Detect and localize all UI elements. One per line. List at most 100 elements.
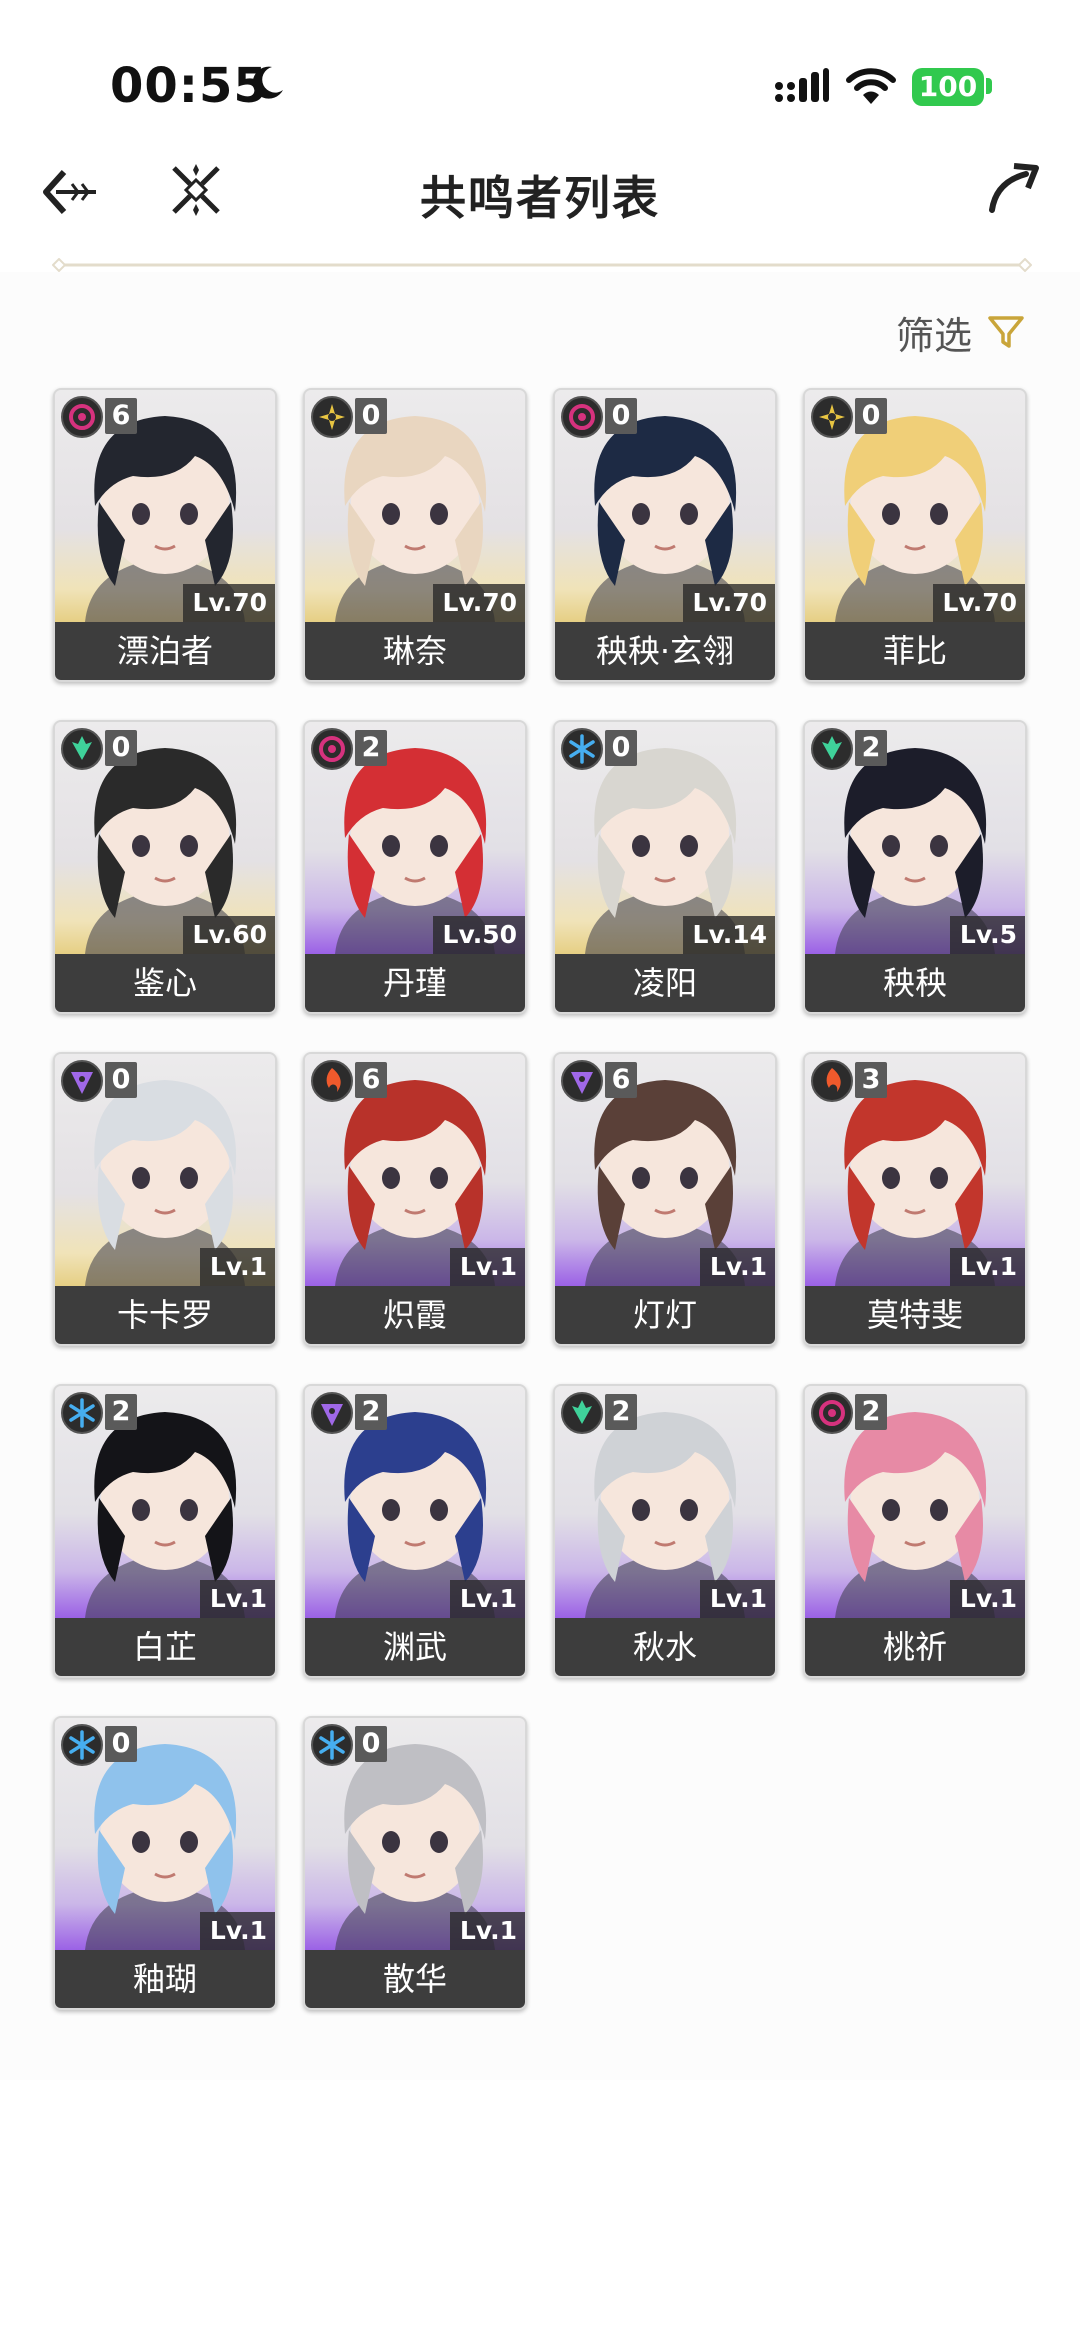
resonator-name: 鉴心 <box>55 954 275 1012</box>
sequence-badge: 6 <box>355 1062 387 1098</box>
level-badge: Lv.14 <box>682 916 775 954</box>
spectro-element-icon <box>811 396 853 438</box>
sequence-badge: 0 <box>105 1062 137 1098</box>
status-time: 00:55 <box>110 58 268 114</box>
resonator-name: 炽霞 <box>305 1286 525 1344</box>
resonator-card[interactable]: 0 Lv.1 卡卡罗 <box>53 1052 277 1346</box>
sequence-badge: 0 <box>605 398 637 434</box>
glacio-element-icon <box>61 1392 103 1434</box>
level-badge: Lv.1 <box>199 1580 275 1618</box>
resonator-name: 卡卡罗 <box>55 1286 275 1344</box>
resonator-name: 菲比 <box>805 622 1025 680</box>
resonator-name: 桃祈 <box>805 1618 1025 1676</box>
electro-element-icon <box>561 1060 603 1102</box>
sequence-badge: 2 <box>355 1394 387 1430</box>
status-bar: 00:55 100 <box>0 0 1080 140</box>
resonator-card[interactable]: 6 Lv.70 漂泊者 <box>53 388 277 682</box>
resonator-grid: 6 Lv.70 漂泊者 0 Lv.70 琳奈 0 Lv.70 秧秧·玄翎 0 L… <box>53 388 1033 2010</box>
resonator-card[interactable]: 2 Lv.1 白芷 <box>53 1384 277 1678</box>
resonator-name: 凌阳 <box>555 954 775 1012</box>
filter-funnel-icon <box>988 316 1024 348</box>
resonator-name: 白芷 <box>55 1618 275 1676</box>
sequence-badge: 0 <box>855 398 887 434</box>
glacio-element-icon <box>561 728 603 770</box>
resonator-name: 漂泊者 <box>55 622 275 680</box>
resonator-card[interactable]: 2 Lv.1 渊武 <box>303 1384 527 1678</box>
electro-element-icon <box>311 1392 353 1434</box>
aero-element-icon <box>61 728 103 770</box>
resonator-card[interactable]: 2 Lv.1 桃祈 <box>803 1384 1027 1678</box>
resonator-name: 渊武 <box>305 1618 525 1676</box>
resonator-name: 散华 <box>305 1950 525 2008</box>
header-divider <box>52 258 1032 272</box>
level-badge: Lv.70 <box>932 584 1025 622</box>
wifi-icon <box>846 68 896 104</box>
resonator-card[interactable]: 0 Lv.70 琳奈 <box>303 388 527 682</box>
glacio-element-icon <box>61 1724 103 1766</box>
level-badge: Lv.60 <box>182 916 275 954</box>
level-badge: Lv.70 <box>432 584 525 622</box>
havoc-element-icon <box>61 396 103 438</box>
resonator-name: 秧秧 <box>805 954 1025 1012</box>
resonator-card[interactable]: 0 Lv.60 鉴心 <box>53 720 277 1014</box>
level-badge: Lv.5 <box>949 916 1025 954</box>
battery-tip <box>986 78 992 94</box>
electro-element-icon <box>61 1060 103 1102</box>
level-badge: Lv.1 <box>449 1580 525 1618</box>
sequence-badge: 0 <box>105 730 137 766</box>
level-badge: Lv.70 <box>182 584 275 622</box>
aero-element-icon <box>561 1392 603 1434</box>
resonator-name: 釉瑚 <box>55 1950 275 2008</box>
filter-button[interactable]: 筛选 <box>896 304 1026 360</box>
resonator-card[interactable]: 3 Lv.1 莫特斐 <box>803 1052 1027 1346</box>
resonator-card[interactable]: 0 Lv.1 釉瑚 <box>53 1716 277 2010</box>
sequence-badge: 3 <box>855 1062 887 1098</box>
havoc-element-icon <box>311 728 353 770</box>
resonator-card[interactable]: 0 Lv.70 菲比 <box>803 388 1027 682</box>
resonator-name: 灯灯 <box>555 1286 775 1344</box>
resonator-card[interactable]: 6 Lv.1 炽霞 <box>303 1052 527 1346</box>
level-badge: Lv.70 <box>682 584 775 622</box>
level-badge: Lv.50 <box>432 916 525 954</box>
sequence-badge: 2 <box>105 1394 137 1430</box>
resonator-card[interactable]: 2 Lv.5 秧秧 <box>803 720 1027 1014</box>
resonator-card[interactable]: 0 Lv.1 散华 <box>303 1716 527 2010</box>
resonator-card[interactable]: 2 Lv.1 秋水 <box>553 1384 777 1678</box>
sequence-badge: 2 <box>605 1394 637 1430</box>
havoc-element-icon <box>811 1392 853 1434</box>
sequence-badge: 2 <box>855 1394 887 1430</box>
resonator-card[interactable]: 0 Lv.14 凌阳 <box>553 720 777 1014</box>
sequence-badge: 6 <box>105 398 137 434</box>
level-badge: Lv.1 <box>699 1580 775 1618</box>
resonator-card[interactable]: 6 Lv.1 灯灯 <box>553 1052 777 1346</box>
spectro-element-icon <box>311 396 353 438</box>
filter-label: 筛选 <box>896 313 973 358</box>
resonator-name: 琳奈 <box>305 622 525 680</box>
cellular-signal-icon <box>775 68 829 102</box>
level-badge: Lv.1 <box>449 1912 525 1950</box>
fusion-element-icon <box>311 1060 353 1102</box>
page-title: 共鸣者列表 <box>420 171 660 225</box>
glacio-element-icon <box>311 1724 353 1766</box>
moon-icon <box>252 66 283 99</box>
level-badge: Lv.1 <box>199 1248 275 1286</box>
sequence-badge: 6 <box>605 1062 637 1098</box>
sequence-badge: 0 <box>355 1726 387 1762</box>
share-arrow-icon[interactable] <box>986 160 1042 216</box>
level-badge: Lv.1 <box>449 1248 525 1286</box>
resonator-card[interactable]: 0 Lv.70 秧秧·玄翎 <box>553 388 777 682</box>
sequence-badge: 2 <box>855 730 887 766</box>
level-badge: Lv.1 <box>199 1912 275 1950</box>
fusion-element-icon <box>811 1060 853 1102</box>
resonator-name: 秋水 <box>555 1618 775 1676</box>
havoc-element-icon <box>561 396 603 438</box>
resonator-name: 丹瑾 <box>305 954 525 1012</box>
level-badge: Lv.1 <box>949 1248 1025 1286</box>
battery-indicator: 100 <box>912 68 984 106</box>
sequence-badge: 0 <box>105 1726 137 1762</box>
aero-element-icon <box>811 728 853 770</box>
level-badge: Lv.1 <box>949 1580 1025 1618</box>
level-badge: Lv.1 <box>699 1248 775 1286</box>
resonator-card[interactable]: 2 Lv.50 丹瑾 <box>303 720 527 1014</box>
sequence-badge: 2 <box>355 730 387 766</box>
